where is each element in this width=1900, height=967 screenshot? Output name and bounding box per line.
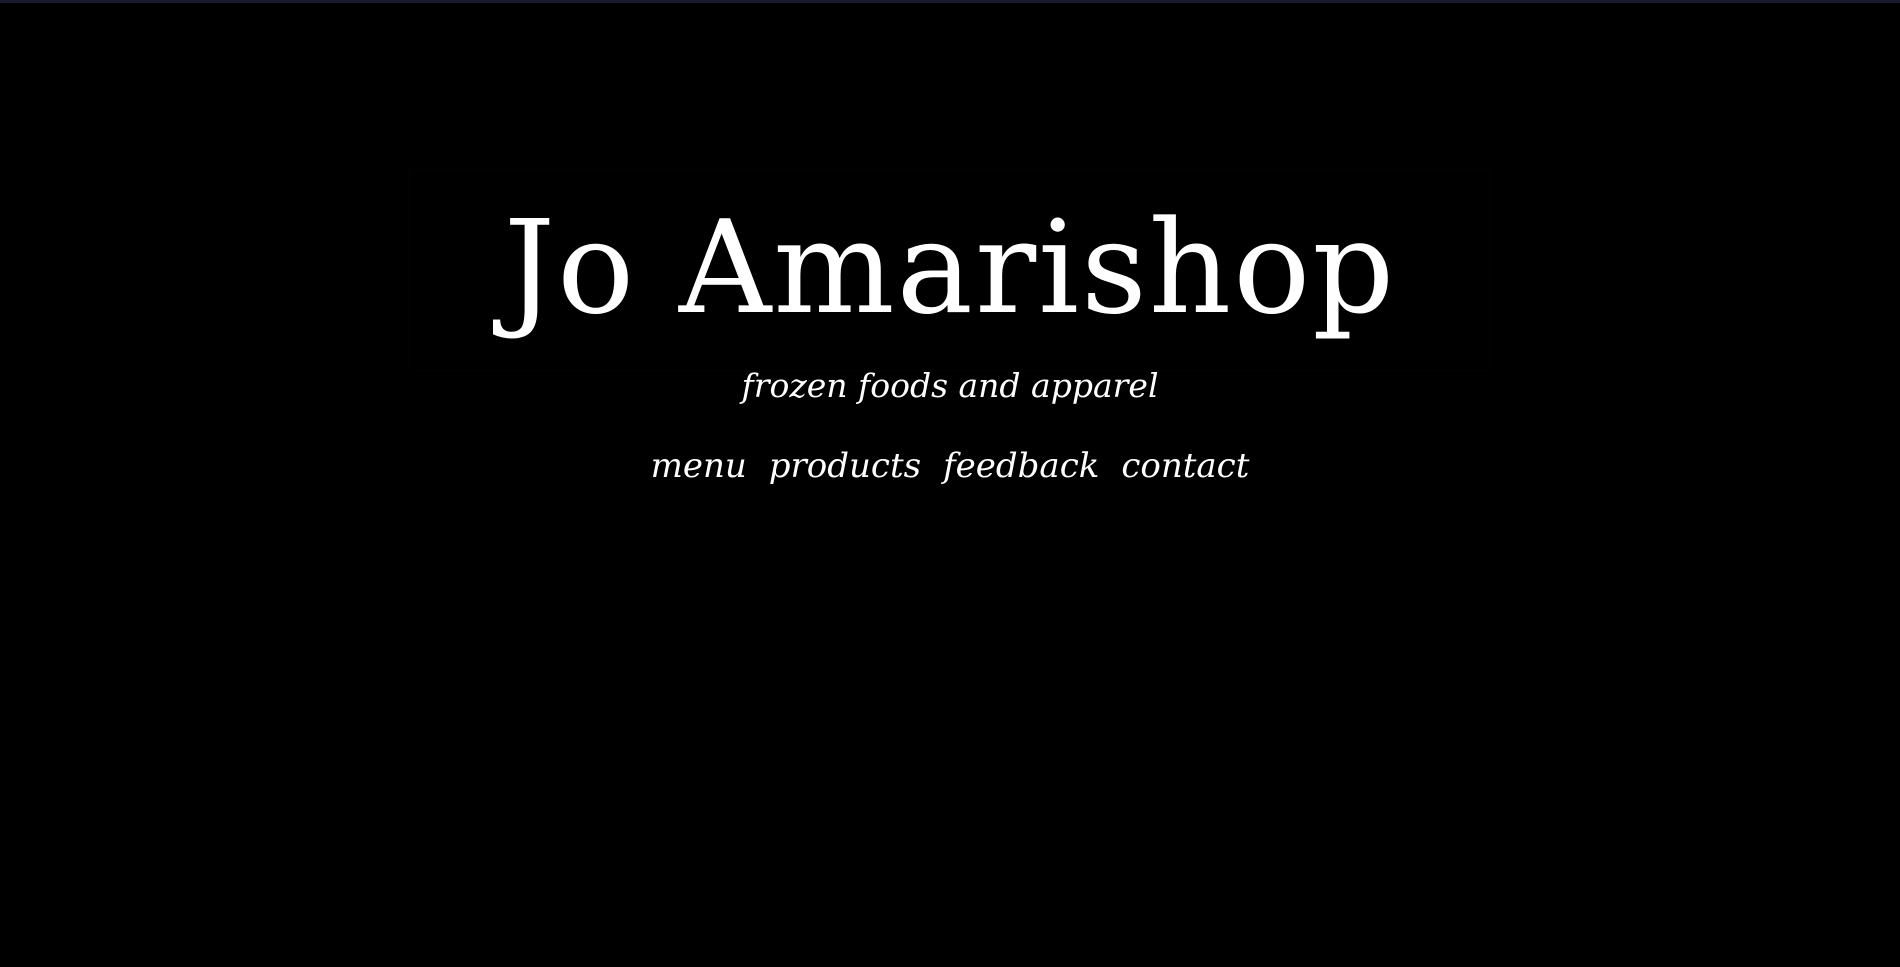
nav-link-feedback[interactable]: feedback	[943, 446, 1099, 487]
brand-logo[interactable]: Jo Amarishop	[0, 205, 1900, 333]
tagline: frozen foods and apparel	[741, 366, 1159, 405]
page: Jo Amarishop frozen foods and apparel me…	[0, 0, 1900, 967]
main-nav: menu products feedback contact	[0, 446, 1900, 487]
nav-link-contact[interactable]: contact	[1121, 446, 1249, 487]
nav-link-products[interactable]: products	[769, 446, 921, 487]
nav-link-menu[interactable]: menu	[651, 446, 747, 487]
